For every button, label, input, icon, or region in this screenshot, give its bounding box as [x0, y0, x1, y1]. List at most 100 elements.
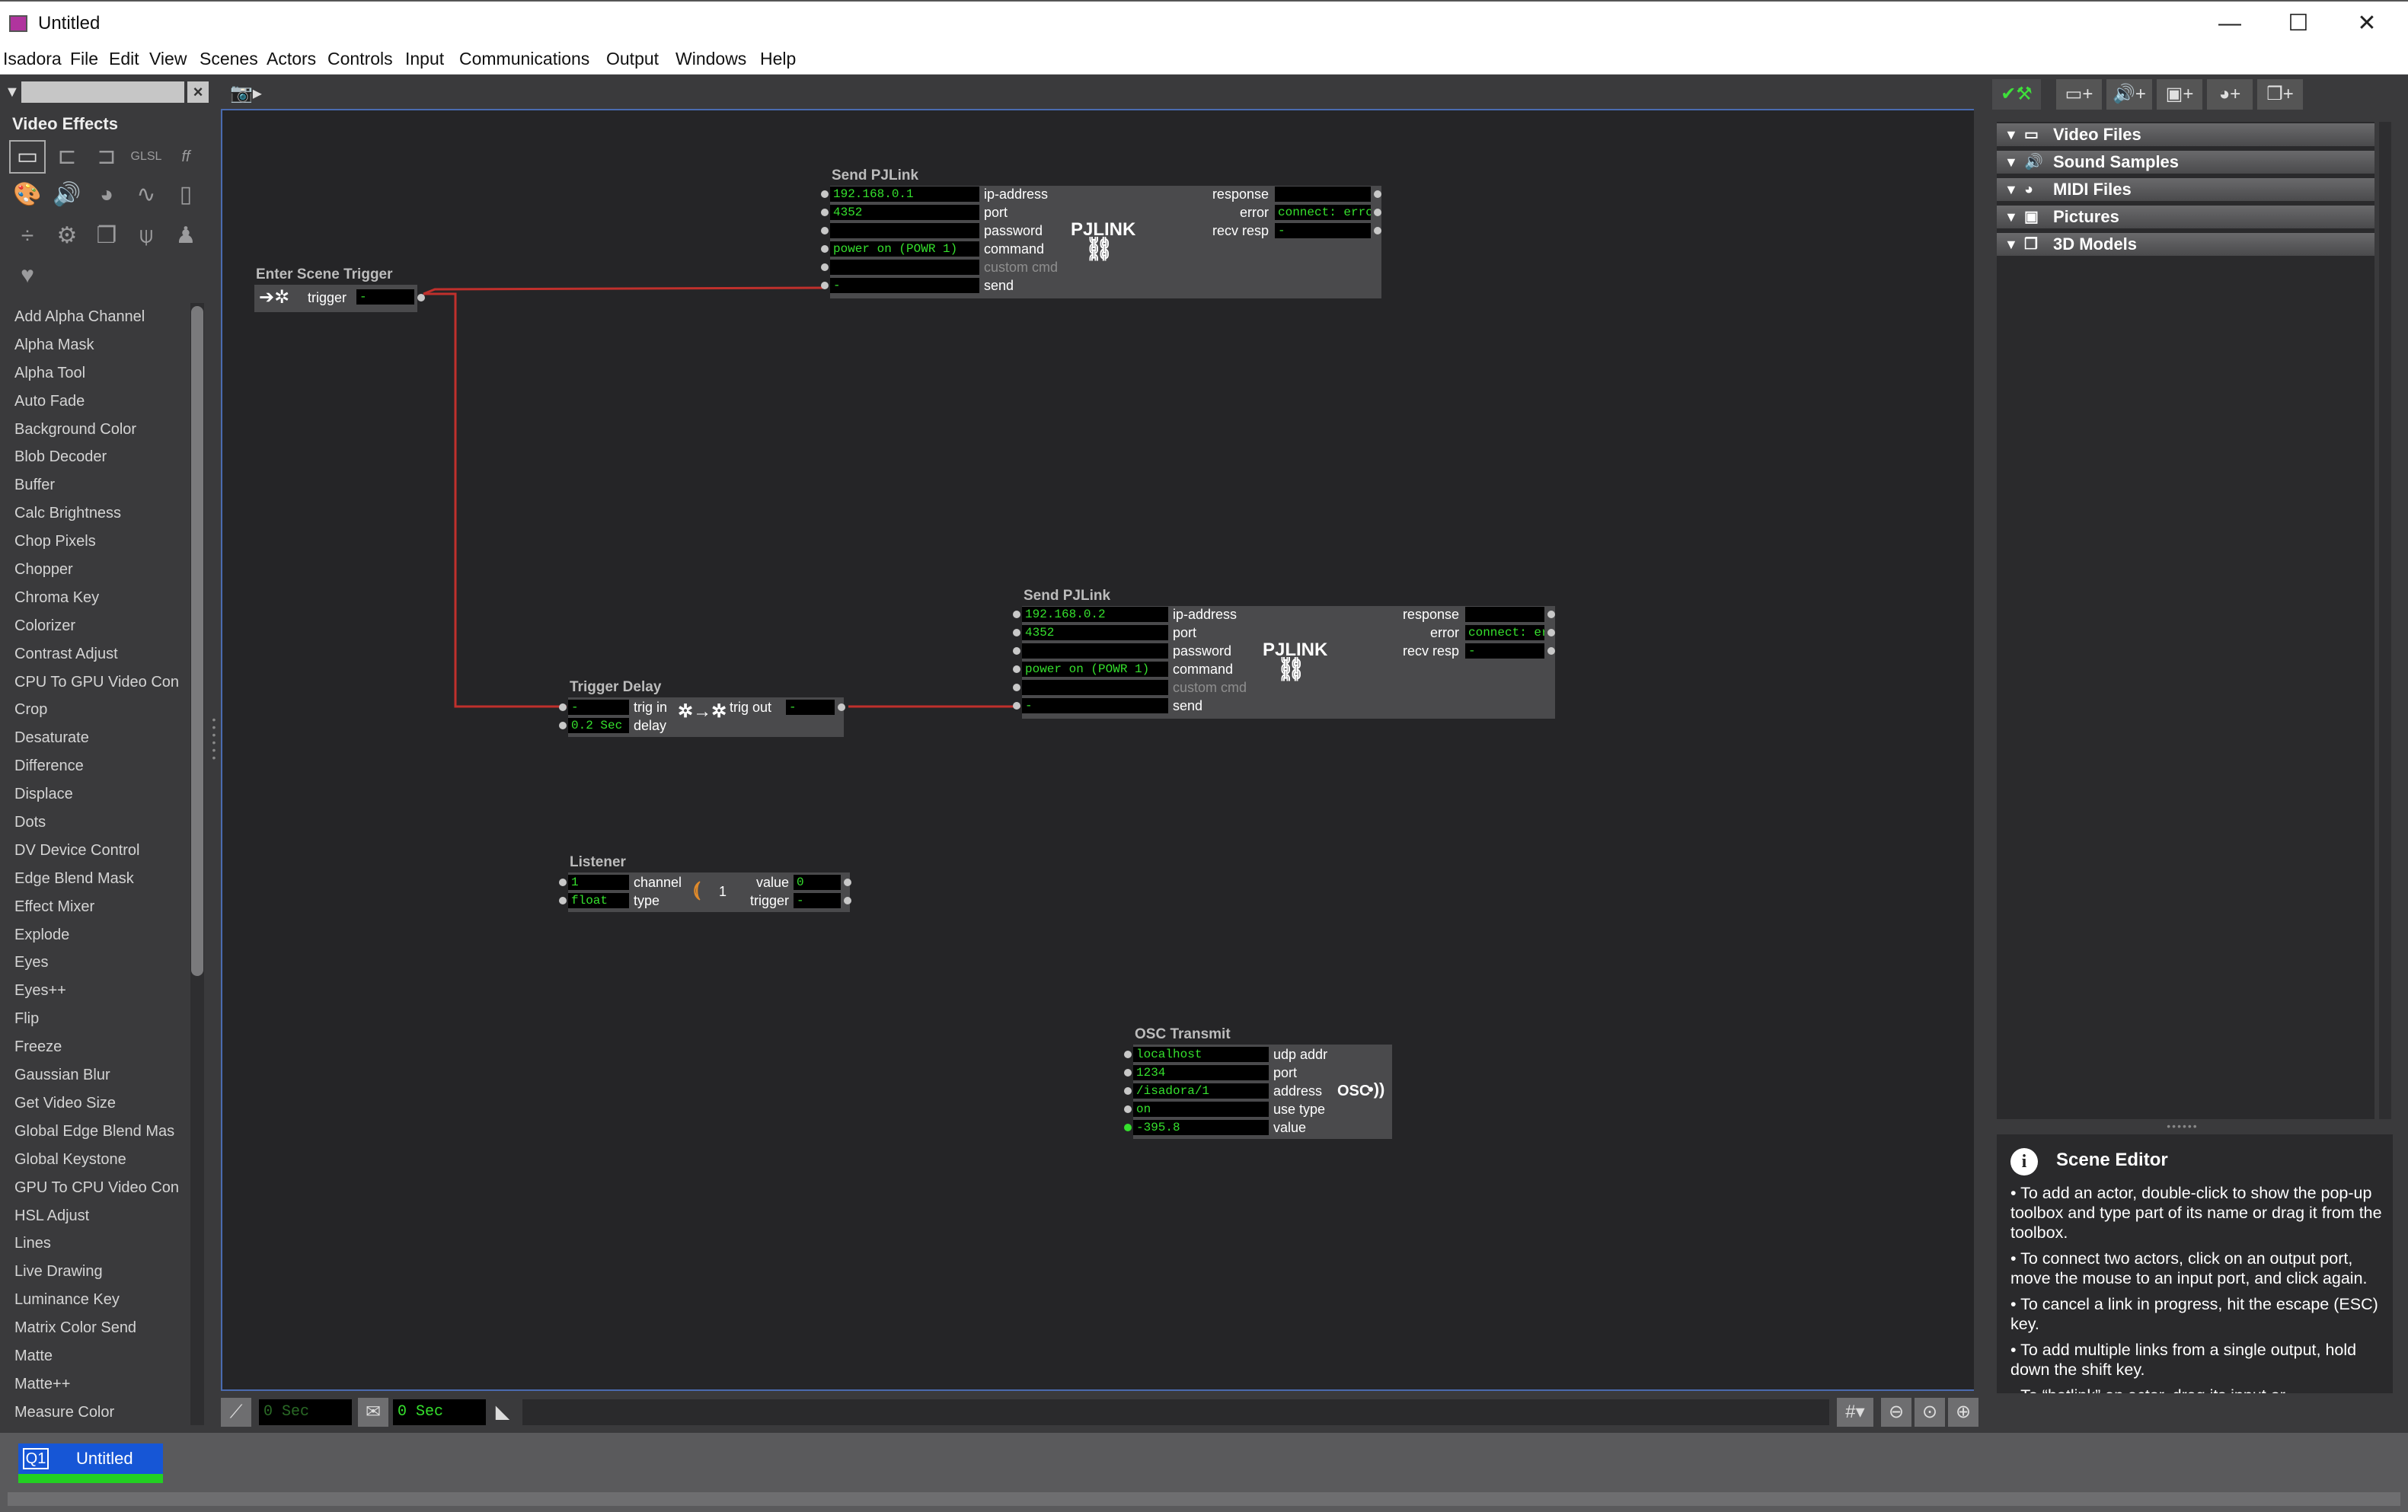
zoom-in-icon[interactable]: ⊕	[1948, 1398, 1978, 1427]
video-category-icon[interactable]: ▭	[9, 140, 46, 174]
error-value[interactable]: connect: error 10061	[1275, 205, 1371, 220]
time-field-1[interactable]: 0 Sec	[259, 1399, 352, 1425]
snapshot-camera-icon[interactable]: 📷▸	[230, 82, 262, 104]
actor-list-item[interactable]: Matte++	[5, 1370, 189, 1399]
minimize-button[interactable]: —	[2199, 8, 2260, 40]
actor-list-item[interactable]: Gaussian Blur	[5, 1061, 189, 1089]
input-port[interactable]	[559, 897, 567, 904]
command-value[interactable]: power on (POWR 1)	[830, 241, 979, 257]
help-splitter-handle[interactable]: ••••••	[2160, 1121, 2205, 1131]
actor-list-item[interactable]: Get Video Size	[5, 1089, 189, 1118]
recv-resp-value[interactable]: -	[1275, 223, 1371, 238]
video-out-category-icon[interactable]: ⊐	[90, 142, 123, 172]
actor-send-pjlink-2[interactable]: Send PJLink 192.168.0.2 ip-address 4352 po…	[1013, 588, 1555, 719]
actor-list-item[interactable]: Colorizer	[5, 612, 189, 640]
scene-mode-icon-2[interactable]: ✉	[358, 1398, 388, 1427]
sound-category-icon[interactable]: 🔊	[50, 180, 84, 210]
expand-icon[interactable]: ▼	[2004, 151, 2018, 174]
actor-list-item[interactable]: Alpha Tool	[5, 359, 189, 388]
actor-list-item[interactable]: Dots	[5, 809, 189, 837]
actor-list-item[interactable]: Chop Pixels	[5, 528, 189, 556]
add-midi-button[interactable]: ◕+	[2207, 79, 2253, 110]
actor-list-item[interactable]: Freeze	[5, 1033, 189, 1061]
wave-category-icon[interactable]: ∿	[129, 180, 163, 210]
windows-category-icon[interactable]: ❐	[90, 221, 123, 251]
send-value[interactable]: -	[1022, 698, 1168, 713]
response-value[interactable]	[1275, 187, 1371, 202]
menu-output[interactable]: Output	[606, 49, 659, 69]
actor-list-item[interactable]: Contrast Adjust	[5, 640, 189, 668]
live-toggle-icon[interactable]: ✔⚒	[1992, 79, 2041, 110]
trig-out-value[interactable]: -	[786, 700, 835, 715]
menu-windows[interactable]: Windows	[675, 49, 746, 69]
send-value[interactable]: -	[830, 278, 979, 293]
expand-icon[interactable]: ▼	[2004, 123, 2018, 146]
video-in-category-icon[interactable]: ⊏	[50, 142, 84, 172]
actor-list-item[interactable]: HSL Adjust	[5, 1202, 189, 1230]
menu-view[interactable]: View	[149, 49, 187, 69]
actor-list-item[interactable]: Eyes	[5, 949, 189, 977]
output-port[interactable]	[1374, 227, 1381, 234]
actor-list-item[interactable]: CPU To GPU Video Con	[5, 668, 189, 697]
input-port[interactable]	[821, 209, 829, 216]
glsl-category-icon[interactable]: GLSL	[129, 142, 163, 172]
input-port[interactable]	[821, 263, 829, 271]
output-port[interactable]	[1547, 629, 1555, 636]
actor-list-item[interactable]: Difference	[5, 752, 189, 780]
input-port[interactable]	[1124, 1105, 1132, 1113]
scene-editor-canvas[interactable]	[221, 109, 1980, 1391]
add-picture-button[interactable]: ▣+	[2157, 79, 2202, 110]
output-port[interactable]	[1547, 611, 1555, 618]
actor-list-scrollbar[interactable]	[191, 306, 203, 976]
actor-list-item[interactable]: Alpha Mask	[5, 331, 189, 359]
delay-value[interactable]: 0.2 Sec	[568, 718, 629, 733]
time-field-2[interactable]: 0 Sec	[393, 1399, 486, 1425]
zoom-reset-icon[interactable]: ⊙	[1915, 1398, 1945, 1427]
heart-category-icon[interactable]: ♥	[11, 260, 44, 291]
menu-scenes[interactable]: Scenes	[200, 49, 258, 69]
input-port[interactable]	[821, 190, 829, 198]
actor-list-item[interactable]: Auto Fade	[5, 388, 189, 416]
actor-list-item[interactable]: Displace	[5, 780, 189, 809]
value-value[interactable]: 0	[794, 875, 841, 890]
mouse-category-icon[interactable]: ▯	[169, 180, 203, 210]
use-type-value[interactable]: on	[1133, 1102, 1269, 1117]
value-value[interactable]: -395.8	[1133, 1120, 1269, 1135]
input-port[interactable]	[559, 722, 567, 729]
actor-list-item[interactable]: Measure Color	[5, 1399, 189, 1425]
media-bin-video-files[interactable]: ▼ ▭ Video Files	[1997, 123, 2374, 146]
filter-dropdown-arrow[interactable]: ▼	[5, 84, 20, 101]
left-splitter-handle[interactable]: • • • • • •	[210, 714, 218, 792]
response-value[interactable]	[1465, 607, 1544, 622]
udp-addr-value[interactable]: localhost	[1133, 1047, 1269, 1062]
actor-list-item[interactable]: Edge Blend Mask	[5, 865, 189, 893]
actor-list-item[interactable]: Flip	[5, 1005, 189, 1033]
actor-list-item[interactable]: Desaturate	[5, 724, 189, 752]
input-port[interactable]	[1124, 1051, 1132, 1058]
fade-ramp-icon[interactable]: ◣	[487, 1398, 518, 1427]
scene-progress-bar[interactable]	[522, 1399, 1829, 1425]
custom-cmd-value[interactable]	[830, 260, 979, 275]
input-port[interactable]	[821, 245, 829, 253]
media-bin-sound-samples[interactable]: ▼ 🔊 Sound Samples	[1997, 151, 2374, 174]
actor-list-item[interactable]: Buffer	[5, 471, 189, 499]
out-value[interactable]: -	[356, 289, 414, 305]
actor-list-item[interactable]: Add Alpha Channel	[5, 303, 189, 331]
input-port[interactable]	[1124, 1069, 1132, 1077]
actor-list-item[interactable]: Global Keystone	[5, 1146, 189, 1174]
actor-list-item[interactable]: Live Drawing	[5, 1258, 189, 1286]
menu-isadora[interactable]: Isadora	[3, 49, 62, 69]
close-button[interactable]: ✕	[2336, 8, 2397, 40]
media-bin-midi-files[interactable]: ▼ ◕ MIDI Files	[1997, 178, 2374, 201]
actor-list-item[interactable]: Calc Brightness	[5, 499, 189, 528]
actor-list-item[interactable]: Blob Decoder	[5, 443, 189, 471]
actor-list-item[interactable]: Luminance Key	[5, 1286, 189, 1314]
output-port[interactable]	[1547, 647, 1555, 655]
add-video-button[interactable]: ▭+	[2056, 79, 2102, 110]
zoom-out-icon[interactable]: ⊖	[1881, 1398, 1911, 1427]
clear-search-button[interactable]: ×	[187, 81, 209, 103]
expand-icon[interactable]: ▼	[2004, 206, 2018, 228]
input-port[interactable]	[559, 703, 567, 711]
menu-actors[interactable]: Actors	[267, 49, 316, 69]
menu-controls[interactable]: Controls	[327, 49, 393, 69]
